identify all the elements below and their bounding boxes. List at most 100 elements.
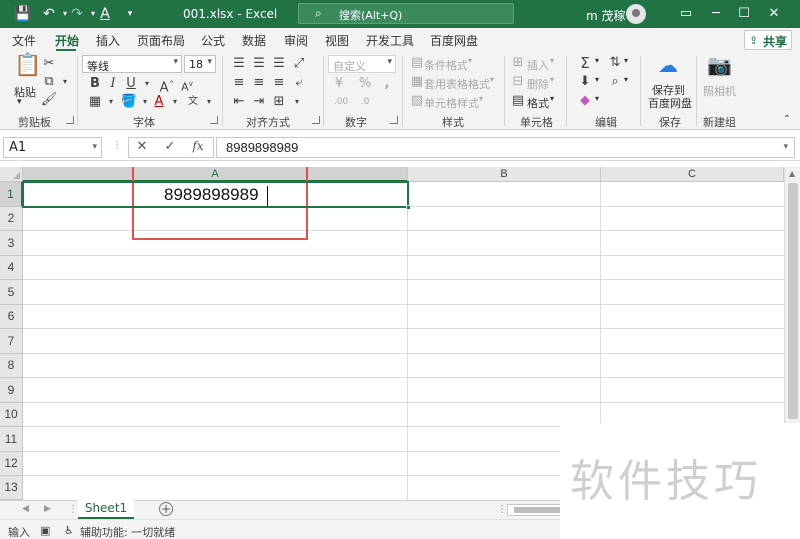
format-cells-label[interactable]: 格式: [527, 95, 549, 111]
formula-bar-grip[interactable]: ⋮: [112, 140, 122, 151]
orientation-icon[interactable]: ⤢: [290, 56, 308, 72]
horizontal-scroll-thumb[interactable]: [514, 507, 564, 513]
format-as-table-label[interactable]: 套用表格格式: [424, 76, 490, 92]
chevron-down-icon[interactable]: ▾: [490, 75, 494, 84]
increase-indent-icon[interactable]: ⇥: [250, 94, 268, 110]
font-size-select[interactable]: 18 ▾: [184, 55, 216, 73]
clipboard-launcher-icon[interactable]: [66, 116, 74, 124]
percent-icon[interactable]: %: [356, 76, 374, 92]
font-name-select[interactable]: 等线 ▾: [82, 55, 182, 73]
row-header-3[interactable]: 3: [0, 231, 23, 256]
insert-cells-label[interactable]: 插入: [527, 57, 549, 73]
next-sheet-icon[interactable]: ▶: [44, 504, 51, 514]
find-select-icon[interactable]: ⌕: [606, 74, 624, 90]
sheet-tab-sheet1[interactable]: Sheet1: [78, 500, 134, 519]
expand-formula-bar-icon[interactable]: ▾: [783, 142, 788, 152]
tab-view[interactable]: 视图: [325, 32, 349, 49]
avatar[interactable]: [626, 4, 646, 24]
cell-a1-value[interactable]: 8989898989: [164, 185, 259, 205]
align-right-icon[interactable]: ≡: [270, 75, 288, 91]
paste-dropdown-icon[interactable]: ▾: [17, 97, 22, 107]
align-left-icon[interactable]: ≡: [230, 75, 248, 91]
select-all-button[interactable]: [0, 167, 23, 182]
row-header-8[interactable]: 8: [0, 354, 23, 378]
chevron-down-icon[interactable]: ▾: [595, 75, 599, 84]
row-header-1[interactable]: 1: [0, 182, 23, 207]
chevron-down-icon[interactable]: ▾: [595, 56, 599, 65]
cell-styles-label[interactable]: 单元格样式: [424, 95, 479, 111]
macro-record-icon[interactable]: ▣: [40, 524, 50, 537]
comma-style-icon[interactable]: ,: [378, 76, 396, 92]
column-header-c[interactable]: C: [601, 167, 784, 182]
chevron-down-icon[interactable]: ▾: [550, 94, 554, 103]
increase-decimal-icon[interactable]: .00: [332, 94, 350, 110]
user-name[interactable]: m 茂稼: [586, 7, 626, 24]
row-header-4[interactable]: 4: [0, 256, 23, 280]
increase-font-icon[interactable]: A^: [158, 76, 176, 95]
tab-file[interactable]: 文件: [12, 32, 36, 49]
delete-cells-label[interactable]: 删除: [527, 76, 549, 92]
sort-filter-icon[interactable]: ⇅: [606, 55, 624, 71]
tab-review[interactable]: 审阅: [284, 32, 308, 49]
number-launcher-icon[interactable]: [390, 116, 398, 124]
tab-formulas[interactable]: 公式: [201, 32, 225, 49]
chevron-down-icon[interactable]: ▾: [624, 56, 628, 65]
chevron-down-icon[interactable]: ▾: [595, 94, 599, 103]
font-color-dropdown-icon[interactable]: ▾: [166, 94, 184, 110]
wrap-text-icon[interactable]: ⤶: [290, 75, 308, 91]
font-color-quick-icon[interactable]: A: [96, 5, 114, 23]
align-center-icon[interactable]: ≡: [250, 75, 268, 91]
tab-home[interactable]: 开始: [55, 32, 79, 49]
align-middle-icon[interactable]: ☰: [250, 56, 268, 72]
row-header-2[interactable]: 2: [0, 207, 23, 231]
insert-function-button[interactable]: fx: [189, 139, 207, 153]
number-format-select[interactable]: 自定义 ▾: [328, 55, 396, 73]
decrease-indent-icon[interactable]: ⇤: [230, 94, 248, 110]
customize-qat-icon[interactable]: ▾: [121, 5, 139, 23]
row-header-6[interactable]: 6: [0, 305, 23, 329]
bold-icon[interactable]: B: [86, 76, 104, 92]
row-header-13[interactable]: 13: [0, 476, 23, 500]
row-header-11[interactable]: 11: [0, 427, 23, 452]
conditional-format-label[interactable]: 条件格式: [424, 57, 468, 73]
search-input[interactable]: ⌕ 搜索(Alt+Q): [298, 3, 514, 24]
accounting-format-icon[interactable]: ¥: [330, 76, 348, 92]
camera-label[interactable]: 照相机: [703, 83, 736, 99]
column-header-b[interactable]: B: [408, 167, 601, 182]
chevron-down-icon[interactable]: ▾: [550, 75, 554, 84]
ribbon-display-icon[interactable]: ▭: [672, 4, 700, 24]
tab-data[interactable]: 数据: [242, 32, 266, 49]
phonetic-dropdown-icon[interactable]: ▾: [200, 94, 218, 110]
row-header-10[interactable]: 10: [0, 403, 23, 427]
row-header-5[interactable]: 5: [0, 280, 23, 305]
previous-sheet-icon[interactable]: ◀: [22, 504, 29, 514]
tab-insert[interactable]: 插入: [96, 32, 120, 49]
close-icon[interactable]: ✕: [760, 4, 788, 24]
delete-cells-icon[interactable]: ⊟: [509, 74, 527, 90]
merge-dropdown-icon[interactable]: ▾: [288, 94, 306, 110]
horizontal-scrollbar[interactable]: [507, 504, 567, 516]
fill-icon[interactable]: ⬇: [576, 74, 594, 90]
italic-icon[interactable]: I: [104, 76, 122, 92]
font-launcher-icon[interactable]: [210, 116, 218, 124]
share-button[interactable]: ⇪ 共享: [744, 30, 792, 50]
tab-developer[interactable]: 开发工具: [366, 32, 414, 49]
decrease-font-icon[interactable]: Av: [178, 76, 196, 94]
row-header-7[interactable]: 7: [0, 329, 23, 354]
underline-dropdown-icon[interactable]: ▾: [138, 76, 156, 92]
save-to-label-line2[interactable]: 百度网盘: [648, 95, 692, 111]
paste-icon[interactable]: 📋: [14, 55, 41, 82]
chevron-down-icon[interactable]: ▾: [479, 94, 483, 103]
row-header-12[interactable]: 12: [0, 452, 23, 476]
alignment-launcher-icon[interactable]: [312, 116, 320, 124]
cut-icon[interactable]: ✂: [40, 56, 58, 72]
camera-icon[interactable]: 📷: [707, 55, 732, 79]
align-top-icon[interactable]: ☰: [230, 56, 248, 72]
chevron-down-icon[interactable]: ▾: [550, 56, 554, 65]
collapse-ribbon-icon[interactable]: ⌃: [778, 112, 796, 128]
align-bottom-icon[interactable]: ☰: [270, 56, 288, 72]
confirm-entry-button[interactable]: ✓: [161, 139, 179, 154]
borders-dropdown-icon[interactable]: ▾: [102, 94, 120, 110]
merge-center-icon[interactable]: ⊞: [270, 94, 288, 110]
save-icon[interactable]: 💾: [14, 5, 32, 23]
